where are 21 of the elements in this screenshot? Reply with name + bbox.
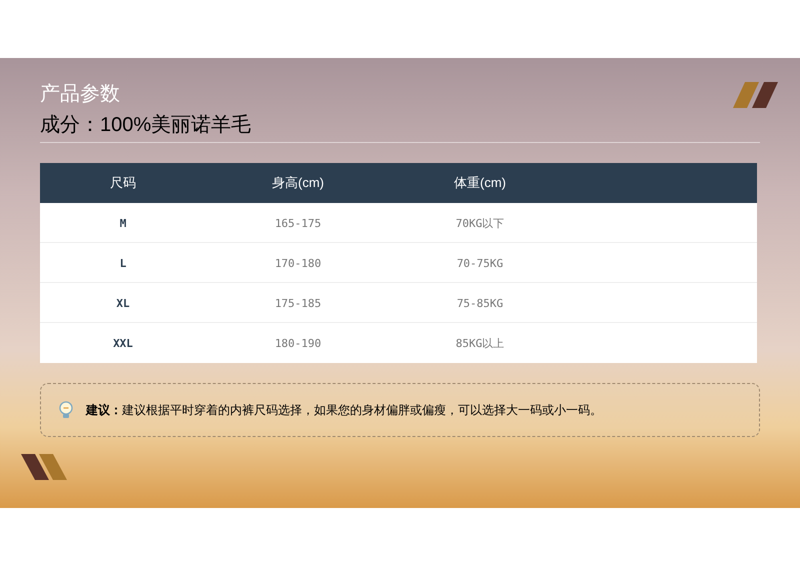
column-header: 身高(cm) xyxy=(272,175,324,190)
size-cell: M xyxy=(120,216,126,230)
slash-decoration-icon xyxy=(733,82,778,108)
table-cell: 180-190 xyxy=(274,337,322,350)
size-cell: XL xyxy=(116,296,130,310)
table-cell: 170-180 xyxy=(274,256,322,270)
table-cell: 75-85KG xyxy=(456,296,504,310)
table-cell: 70-75KG xyxy=(456,256,504,270)
table-cell: 70KG以下 xyxy=(456,216,504,230)
table-cell: 165-175 xyxy=(274,216,322,230)
size-cell: L xyxy=(120,256,126,270)
size-cell: XXL xyxy=(113,337,133,350)
slash-decoration-icon xyxy=(21,454,67,480)
table-cell: 175-185 xyxy=(274,296,322,310)
column-header: 尺码 xyxy=(110,175,136,190)
page-heading: 产品参数 xyxy=(40,82,120,107)
column-header: 体重(cm) xyxy=(454,175,506,190)
table-cell: 85KG以上 xyxy=(456,337,504,350)
material-subheading: 成分：100%美丽诺羊毛 xyxy=(40,113,252,138)
lightbulb-icon xyxy=(58,401,74,419)
size-advice: 建议：建议根据平时穿着的内裤尺码选择，如果您的身材偏胖或偏瘦，可以选择大一码或小一码。 xyxy=(86,402,602,419)
